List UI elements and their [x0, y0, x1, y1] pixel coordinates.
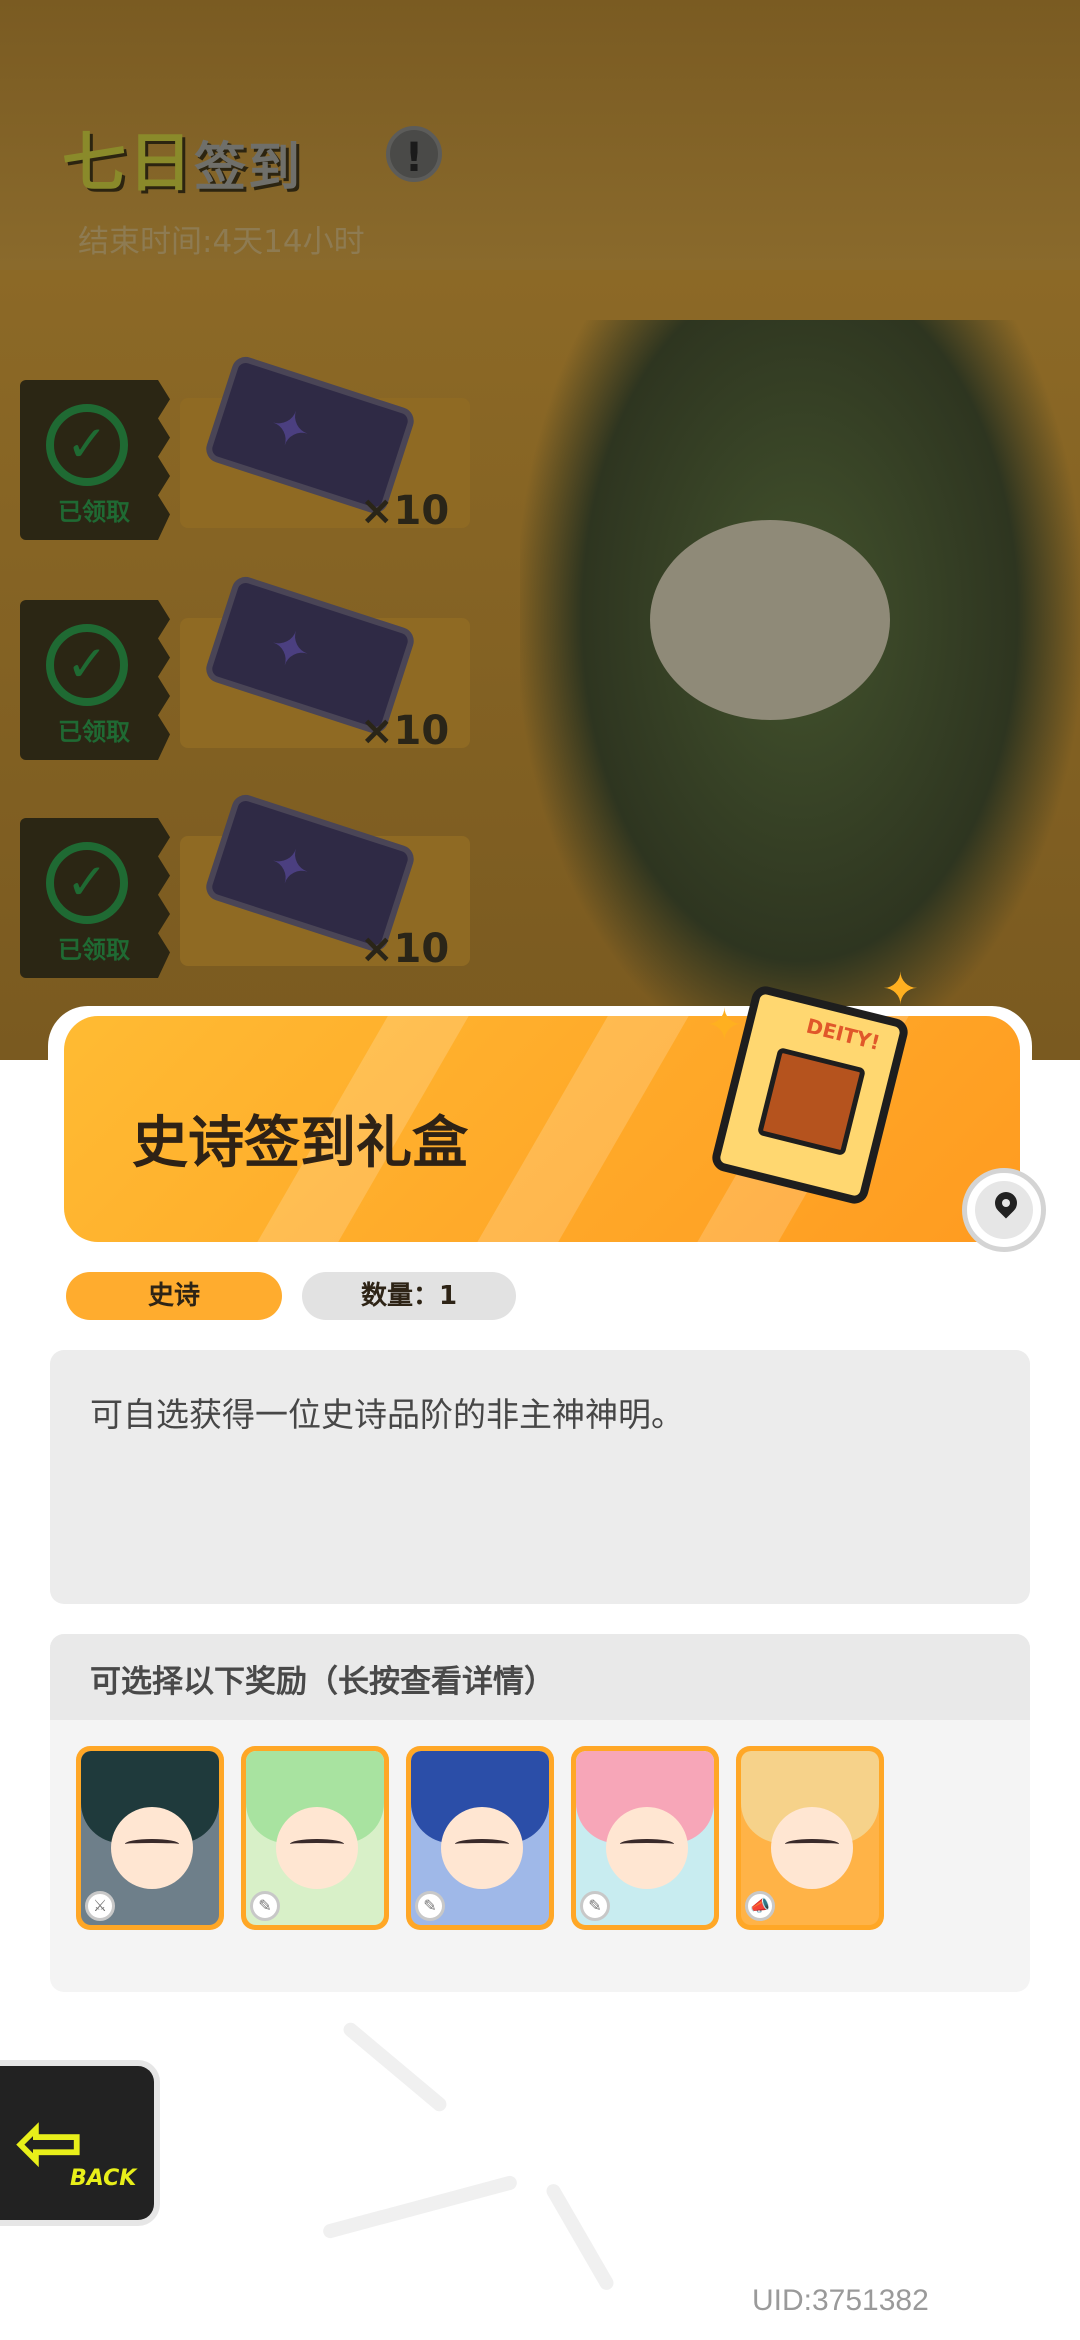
back-label: BACK: [70, 2166, 137, 2191]
reward-row: ✓ 已领取 ✦ ×10: [20, 573, 470, 770]
check-icon: ✓: [46, 842, 128, 924]
back-button[interactable]: ⇦ BACK: [0, 2060, 160, 2226]
claimed-label: 已领取: [58, 936, 130, 964]
info-icon[interactable]: !: [386, 126, 442, 182]
wand-icon: ✎: [580, 1891, 610, 1921]
decor-line: [340, 2019, 450, 2115]
decor-line: [543, 2181, 617, 2293]
rarity-badge: 史诗: [66, 1272, 282, 1320]
location-pin-dot: [1002, 1199, 1010, 1207]
portrait-art: ⚔: [81, 1751, 219, 1925]
item-description: 可自选获得一位史诗品阶的非主神神明。: [90, 1395, 684, 1434]
item-name: 史诗签到礼盒: [132, 1111, 468, 1176]
portrait-eyes: [785, 1839, 839, 1849]
choice-portrait-4[interactable]: ✎: [571, 1746, 719, 1930]
portrait-art: ✎: [246, 1751, 384, 1925]
reward-quantity: ×10: [360, 708, 450, 754]
sparkle-icon: ✦: [706, 1000, 743, 1051]
sparkle-icon: ✦: [882, 964, 919, 1015]
user-id: UID:3751382: [752, 2284, 929, 2317]
choice-portrait-5[interactable]: 📣: [736, 1746, 884, 1930]
banner-stripe: [468, 1016, 690, 1242]
end-time-label: 结束时间:4天14小时: [78, 224, 365, 260]
character-face: [650, 520, 890, 720]
portrait-eyes: [125, 1839, 179, 1849]
check-icon: ✓: [46, 404, 128, 486]
reward-quantity: ×10: [360, 488, 450, 534]
gift-box-label: DEITY!: [803, 1013, 883, 1055]
choice-portrait-3[interactable]: ✎: [406, 1746, 554, 1930]
claimed-stamp: ✓ 已领取: [20, 818, 170, 978]
locate-button[interactable]: [962, 1168, 1046, 1252]
gift-box-icon: DEITY! ✦ ✦: [706, 960, 926, 1210]
portrait-eyes: [620, 1839, 674, 1849]
locate-button-face: [975, 1181, 1033, 1239]
quantity-badge: 数量：1: [302, 1272, 516, 1320]
event-title: 七日签到: [62, 112, 302, 204]
portrait-art: 📣: [741, 1751, 879, 1925]
check-icon: ✓: [46, 624, 128, 706]
sword-icon: ⚔: [85, 1891, 115, 1921]
wand-icon: ✎: [415, 1891, 445, 1921]
event-title-part2: 签到: [194, 138, 303, 198]
portrait-art: ✎: [411, 1751, 549, 1925]
reward-row: ✓ 已领取 ✦ ×10: [20, 791, 470, 988]
gift-box-window: [756, 1046, 867, 1157]
claimed-stamp: ✓ 已领取: [20, 380, 170, 540]
reward-row: ✓ 已领取 ✦ ×10: [20, 353, 470, 550]
claimed-label: 已领取: [58, 498, 130, 526]
horn-icon: 📣: [745, 1891, 775, 1921]
claimed-stamp: ✓ 已领取: [20, 600, 170, 760]
reward-quantity: ×10: [360, 926, 450, 972]
wand-icon: ✎: [250, 1891, 280, 1921]
choice-portrait-1[interactable]: ⚔: [76, 1746, 224, 1930]
portrait-eyes: [290, 1839, 344, 1849]
choices-title: 可选择以下奖励（长按查看详情）: [90, 1664, 555, 1700]
claimed-label: 已领取: [58, 718, 130, 746]
choice-portrait-2[interactable]: ✎: [241, 1746, 389, 1930]
event-title-part1: 七日: [62, 127, 194, 201]
background-scene: 七日签到 ! 结束时间:4天14小时 ✓ 已领取 ✦ ×10 ✓ 已领取 ✦ ×…: [0, 0, 1080, 1060]
decor-line: [321, 2174, 519, 2240]
portrait-eyes: [455, 1839, 509, 1849]
portrait-art: ✎: [576, 1751, 714, 1925]
